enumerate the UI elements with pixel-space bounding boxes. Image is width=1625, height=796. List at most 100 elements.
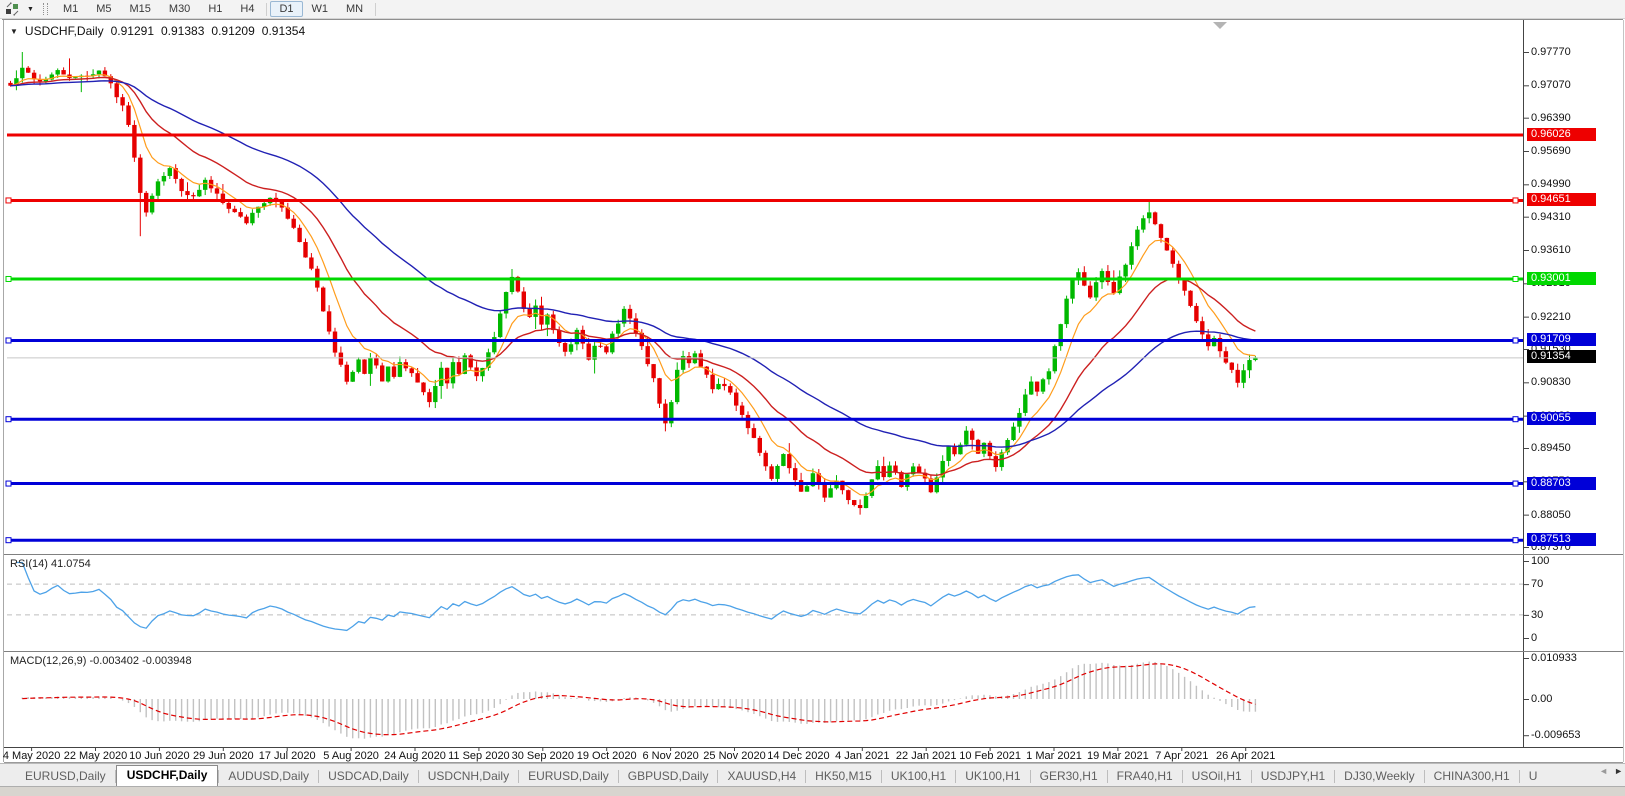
tab-hk50-m15[interactable]: HK50,M15	[806, 766, 881, 787]
timeframe-button-m5[interactable]: M5	[87, 1, 120, 17]
candle-body	[162, 176, 166, 181]
time-axis-label: 10 Feb 2021	[959, 750, 1021, 762]
price-axis-tick-label: 0.95690	[1531, 145, 1571, 157]
candle-body	[1141, 218, 1145, 229]
candle-body	[1194, 306, 1198, 321]
rsi-axis-tick-label: 70	[1531, 578, 1543, 590]
tab-ger30-h1[interactable]: GER30,H1	[1031, 766, 1107, 787]
tab-usdcnh-daily[interactable]: USDCNH,Daily	[419, 766, 518, 787]
toolbar-gripper	[43, 3, 48, 15]
macd-axis-tick-label: 0.010933	[1531, 652, 1577, 664]
tab-u[interactable]: U	[1520, 766, 1547, 787]
tab-eurusd-daily[interactable]: EURUSD,Daily	[519, 766, 618, 787]
candle-body	[929, 478, 933, 492]
candle-body	[1070, 279, 1074, 298]
price-axis-tick-label: 0.94310	[1531, 211, 1571, 223]
timeframe-button-mn[interactable]: MN	[337, 1, 372, 17]
candle-body	[115, 83, 119, 97]
candle-body	[368, 358, 372, 374]
macd-indicator-label: MACD(12,26,9) -0.003402 -0.003948	[10, 655, 192, 667]
price-axis-tick-label: 0.92210	[1531, 311, 1571, 323]
candle-body	[587, 344, 591, 360]
tab-uk100-h1[interactable]: UK100,H1	[882, 766, 955, 787]
main-price-chart[interactable]	[8, 52, 1257, 515]
tab-fra40-h1[interactable]: FRA40,H1	[1108, 766, 1182, 787]
horizontal-lines-layer[interactable]	[6, 135, 1523, 543]
candle-body	[522, 292, 526, 309]
timeframe-button-h4[interactable]: H4	[231, 1, 263, 17]
hline-handle-left	[6, 276, 11, 281]
candle-body	[746, 415, 750, 428]
tab-gbpusd-daily[interactable]: GBPUSD,Daily	[619, 766, 718, 787]
time-axis-label: 19 Oct 2020	[577, 750, 637, 762]
hline-price-label: 0.94651	[1527, 193, 1596, 206]
chevron-down-icon[interactable]: ▼	[22, 6, 39, 13]
candle-body	[61, 70, 65, 74]
tab-usdchf-daily[interactable]: USDCHF,Daily	[116, 765, 219, 787]
chart-profiles-icon[interactable]	[2, 1, 22, 17]
candle-body	[150, 196, 154, 213]
candle-body	[775, 466, 779, 479]
candle-body	[551, 314, 555, 330]
candle-body	[1100, 271, 1104, 282]
candle-body	[227, 203, 231, 209]
tab-usoil-h1[interactable]: USOil,H1	[1183, 766, 1251, 787]
time-axis-label: 22 Jan 2021	[896, 750, 957, 762]
candle-body	[457, 362, 461, 374]
candle-body	[1230, 363, 1234, 370]
candle-body	[1171, 250, 1175, 263]
tab-audusd-daily[interactable]: AUDUSD,Daily	[219, 766, 318, 787]
candle-body	[321, 288, 325, 312]
candle-body	[120, 97, 124, 105]
timeframe-button-d1[interactable]: D1	[270, 1, 302, 17]
candle-body	[846, 490, 850, 500]
candle-body	[156, 181, 160, 195]
macd-signal-line	[22, 664, 1255, 735]
tab-scroll-right-icon[interactable]: ►	[1614, 766, 1623, 776]
tab-eurusd-daily[interactable]: EURUSD,Daily	[16, 766, 115, 787]
hline-handle-right	[1513, 276, 1518, 281]
timeframe-button-m1[interactable]: M1	[54, 1, 87, 17]
hline-price-label: 0.96026	[1527, 128, 1596, 141]
tab-scroll-buttons: ◄ ►	[1599, 766, 1623, 776]
timeframe-button-m30[interactable]: M30	[160, 1, 199, 17]
macd-panel[interactable]	[22, 662, 1255, 739]
candle-body	[97, 71, 101, 75]
tab-dj30-weekly[interactable]: DJ30,Weekly	[1335, 766, 1423, 787]
chart-canvas[interactable]	[0, 0, 1625, 763]
hline-handle-right	[1513, 481, 1518, 486]
chart-shift-marker	[1213, 22, 1227, 29]
candle-body	[297, 228, 301, 242]
hline-price-label: 0.88703	[1527, 477, 1596, 490]
rsi-line	[16, 563, 1255, 631]
rsi-panel[interactable]	[7, 563, 1523, 631]
timeframe-button-w1[interactable]: W1	[303, 1, 338, 17]
price-axis-tick-label: 0.89450	[1531, 442, 1571, 454]
candle-body	[982, 443, 986, 454]
candle-body	[569, 344, 573, 352]
tab-usdjpy-h1[interactable]: USDJPY,H1	[1252, 766, 1334, 787]
macd-axis-tick-label: 0.00	[1531, 693, 1552, 705]
tab-usdcad-daily[interactable]: USDCAD,Daily	[319, 766, 418, 787]
candle-body	[144, 193, 148, 213]
candle-body	[215, 188, 219, 193]
tab-scroll-left-icon[interactable]: ◄	[1599, 766, 1608, 776]
hline-handle-right	[1513, 417, 1518, 422]
time-axis-label: 26 Apr 2021	[1216, 750, 1275, 762]
candle-body	[445, 368, 449, 384]
candle-body	[805, 486, 809, 492]
candle-body	[646, 346, 650, 364]
candle-body	[73, 77, 77, 78]
candle-body	[197, 190, 201, 196]
chart-expander-icon[interactable]: ▼	[10, 27, 18, 36]
tab-uk100-h1[interactable]: UK100,H1	[956, 766, 1029, 787]
candle-body	[628, 309, 632, 319]
candle-body	[1236, 370, 1240, 383]
timeframe-button-m15[interactable]: M15	[121, 1, 160, 17]
tab-xauusd-h4[interactable]: XAUUSD,H4	[718, 766, 805, 787]
tab-china300-h1[interactable]: CHINA300,H1	[1425, 766, 1519, 787]
price-axis-tick-label: 0.97070	[1531, 79, 1571, 91]
timeframe-button-h1[interactable]: H1	[199, 1, 231, 17]
candle-body	[1088, 286, 1092, 298]
time-axis-label: 25 Nov 2020	[703, 750, 765, 762]
